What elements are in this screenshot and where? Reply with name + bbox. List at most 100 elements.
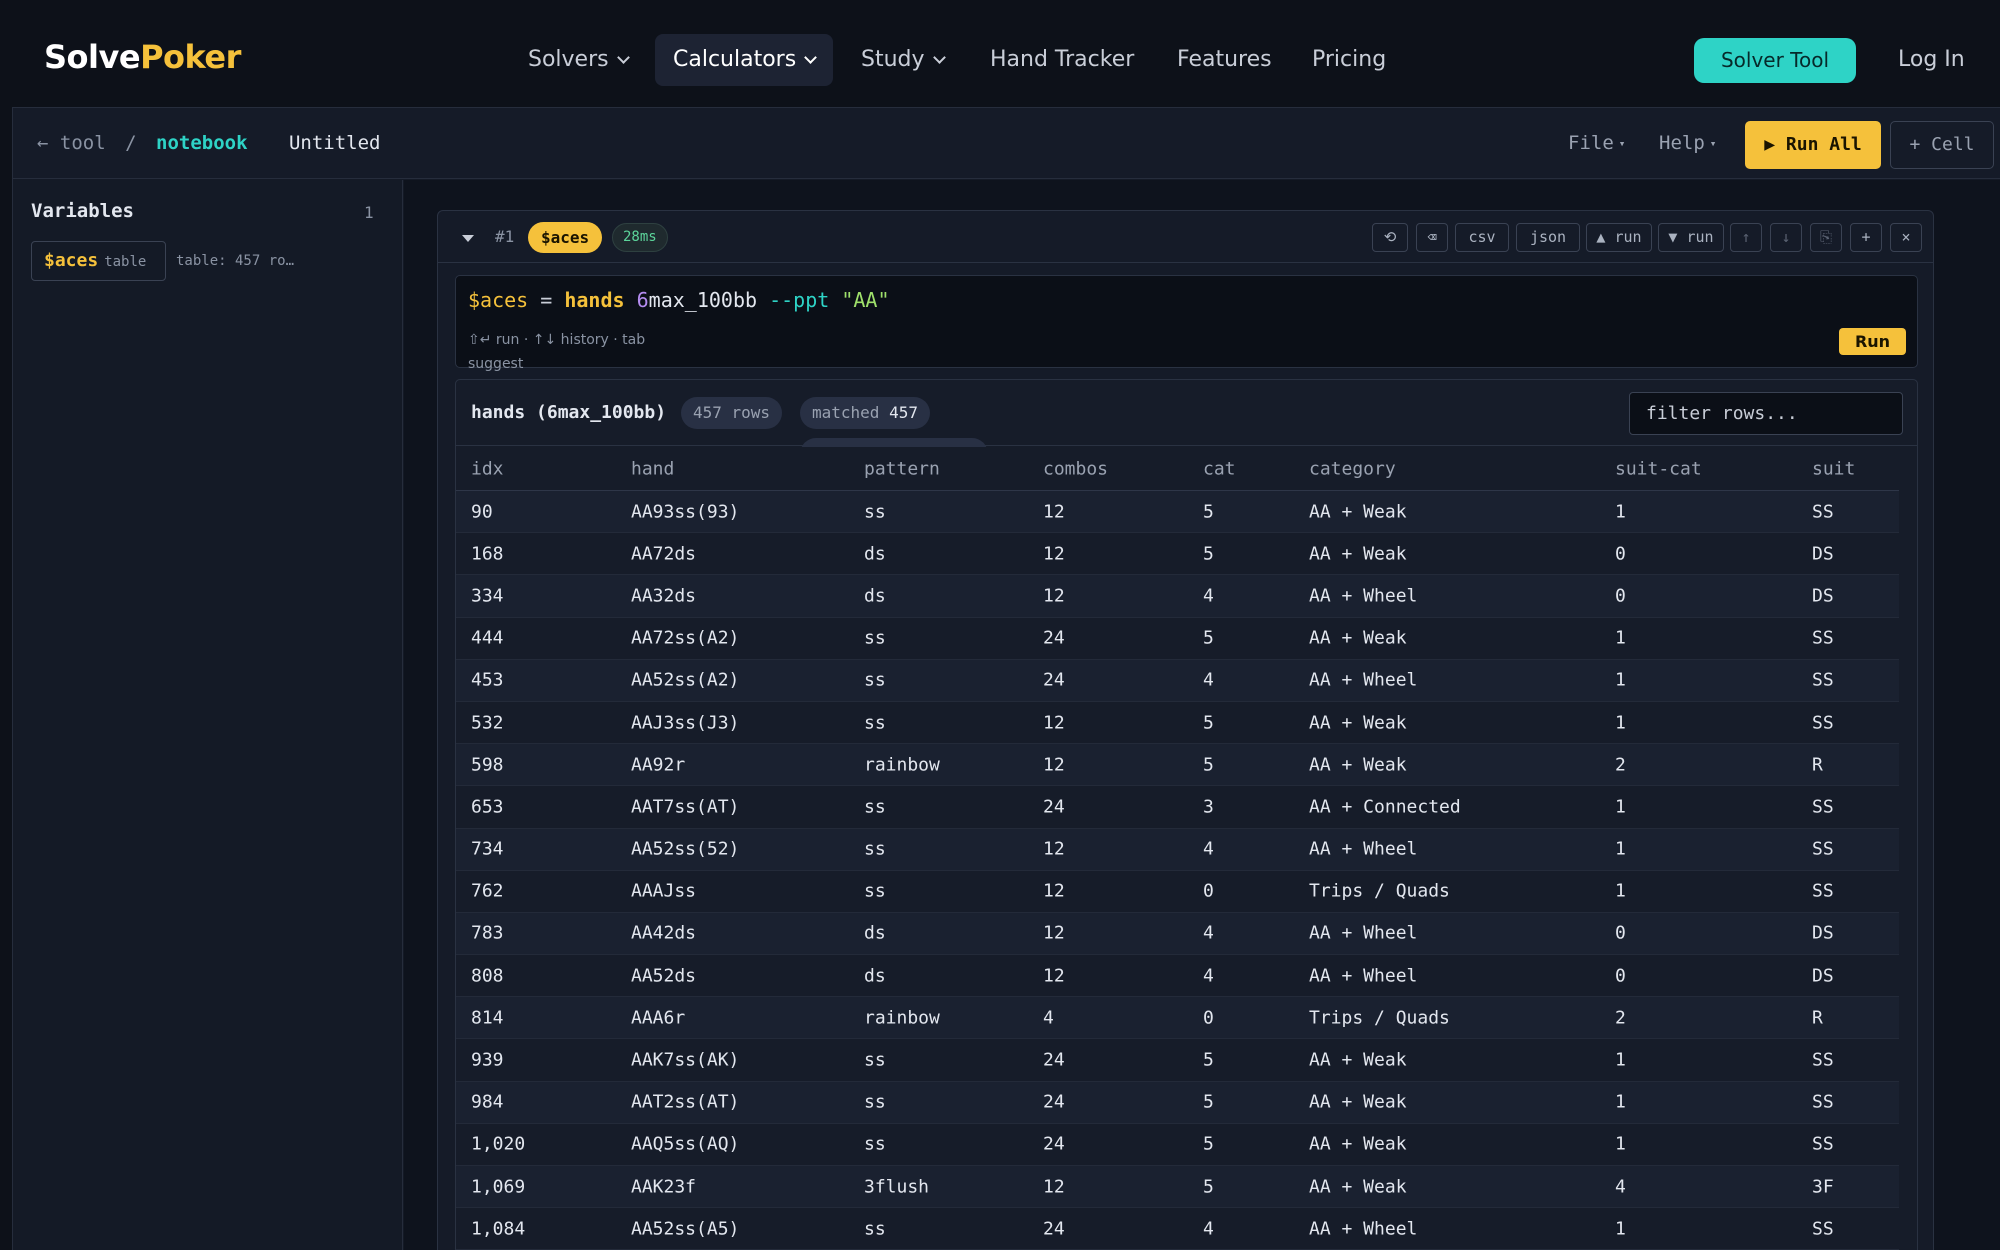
column-header[interactable]: cat bbox=[1203, 458, 1236, 479]
column-header[interactable]: pattern bbox=[864, 458, 940, 479]
output-header: hands (6max_100bb) 457 rows matched 457 … bbox=[456, 380, 1917, 470]
code-operator: = bbox=[528, 288, 565, 312]
export-json-button[interactable]: json bbox=[1516, 223, 1580, 252]
column-header[interactable]: suit-cat bbox=[1615, 458, 1702, 479]
nav-hand-tracker[interactable]: Hand Tracker bbox=[972, 34, 1152, 86]
table-row[interactable]: 734 AA52ss(52) ss 12 4 AA + Wheel 1 SS bbox=[456, 828, 1899, 871]
file-menu[interactable]: File ▾ bbox=[1568, 132, 1625, 154]
nav-solvers[interactable]: Solvers bbox=[510, 34, 646, 86]
table-cell: ds bbox=[864, 585, 886, 607]
move-down-icon[interactable]: ↓ bbox=[1770, 223, 1802, 252]
nav-features[interactable]: Features bbox=[1159, 34, 1290, 86]
caret-down-icon: ▾ bbox=[1618, 137, 1626, 150]
login-link[interactable]: Log In bbox=[1898, 47, 1965, 72]
table-cell: SS bbox=[1812, 1091, 1834, 1113]
table-row[interactable]: 598 AA92r rainbow 12 5 AA + Weak 2 R bbox=[456, 744, 1899, 787]
variables-title: Variables bbox=[31, 200, 134, 222]
filter-rows-input[interactable]: filter rows... bbox=[1629, 392, 1903, 435]
run-below-button[interactable]: ▼ run bbox=[1658, 223, 1724, 252]
table-cell: AA + Weak bbox=[1309, 1133, 1407, 1155]
table-row[interactable]: 762 AAAJss ss 12 0 Trips / Quads 1 SS bbox=[456, 871, 1899, 913]
collapse-triangle-icon[interactable] bbox=[462, 235, 474, 242]
solver-tool-button[interactable]: Solver Tool bbox=[1694, 38, 1856, 83]
table-cell: 12 bbox=[1043, 543, 1065, 565]
table-cell: AAA6r bbox=[631, 1007, 686, 1029]
column-header[interactable]: hand bbox=[631, 458, 674, 479]
table-cell: SS bbox=[1812, 1218, 1834, 1240]
table-row[interactable]: 808 AA52ds ds 12 4 AA + Wheel 0 DS bbox=[456, 955, 1899, 998]
cell-number: #1 bbox=[495, 227, 515, 246]
help-menu[interactable]: Help ▾ bbox=[1659, 132, 1716, 154]
run-all-button[interactable]: ▶ Run All bbox=[1745, 121, 1881, 169]
table-cell: 2 bbox=[1615, 754, 1626, 776]
table-cell: 0 bbox=[1615, 965, 1626, 987]
table-row[interactable]: 168 AA72ds ds 12 5 AA + Weak 0 DS bbox=[456, 533, 1899, 576]
table-cell: DS bbox=[1812, 543, 1834, 565]
table-cell: 4 bbox=[1203, 1218, 1214, 1240]
variable-chip-aces[interactable]: $aces table bbox=[31, 241, 166, 281]
run-cell-button[interactable]: Run bbox=[1839, 328, 1906, 355]
run-above-button[interactable]: ▲ run bbox=[1586, 223, 1652, 252]
nav-calculators[interactable]: Calculators bbox=[655, 34, 834, 86]
logo[interactable]: SolvePoker bbox=[44, 38, 241, 76]
table-row[interactable]: 783 AA42ds ds 12 4 AA + Wheel 0 DS bbox=[456, 912, 1899, 956]
table-cell: 0 bbox=[1615, 922, 1626, 944]
table-row[interactable]: 453 AA52ss(A2) ss 24 4 AA + Wheel 1 SS bbox=[456, 659, 1899, 702]
table-cell: rainbow bbox=[864, 754, 940, 776]
close-icon[interactable]: × bbox=[1890, 223, 1922, 252]
chevron-down-icon bbox=[616, 51, 630, 64]
add-icon[interactable]: + bbox=[1850, 223, 1882, 252]
column-header[interactable]: idx bbox=[471, 458, 504, 479]
table-cell: SS bbox=[1812, 1133, 1834, 1155]
nav-study[interactable]: Study bbox=[843, 34, 962, 86]
duplicate-icon[interactable]: ⎘ bbox=[1810, 223, 1842, 252]
table-cell: ss bbox=[864, 627, 886, 649]
table-row[interactable]: 984 AAT2ss(AT) ss 24 5 AA + Weak 1 SS bbox=[456, 1081, 1899, 1124]
table-cell: 12 bbox=[1043, 712, 1065, 734]
table-cell: 1 bbox=[1615, 838, 1626, 860]
table-row[interactable]: 653 AAT7ss(AT) ss 24 3 AA + Connected 1 SS bbox=[456, 786, 1899, 829]
table-cell: AA72ds bbox=[631, 543, 697, 565]
table-row[interactable]: 532 AAJ3ss(J3) ss 12 5 AA + Weak 1 SS bbox=[456, 702, 1899, 745]
table-row[interactable]: 1,084 AA52ss(A5) ss 24 4 AA + Wheel 1 SS bbox=[456, 1208, 1899, 1250]
table-row[interactable]: 939 AAK7ss(AK) ss 24 5 AA + Weak 1 SS bbox=[456, 1039, 1899, 1082]
table-cell: SS bbox=[1812, 627, 1834, 649]
table-cell: AAK7ss(AK) bbox=[631, 1049, 740, 1071]
table-row[interactable]: 1,069 AAK23f 3flush 12 5 AA + Weak 4 3F bbox=[456, 1166, 1899, 1209]
nav-study-label: Study bbox=[861, 47, 925, 72]
table-cell: 24 bbox=[1043, 796, 1065, 818]
table-row[interactable]: 334 AA32ds ds 12 4 AA + Wheel 0 DS bbox=[456, 575, 1899, 618]
notebook-title[interactable]: Untitled bbox=[289, 132, 381, 154]
code-line[interactable]: $aces = hands 6max_100bb --ppt "AA" bbox=[468, 288, 890, 312]
table-cell: AA + Weak bbox=[1309, 1091, 1407, 1113]
table-cell: Trips / Quads bbox=[1309, 880, 1450, 902]
variable-description: table: 457 ro… bbox=[176, 253, 295, 269]
column-header[interactable]: combos bbox=[1043, 458, 1108, 479]
export-csv-button[interactable]: csv bbox=[1455, 223, 1509, 252]
table-row[interactable]: 814 AAA6r rainbow 4 0 Trips / Quads 2 R bbox=[456, 997, 1899, 1040]
table-cell: 734 bbox=[471, 838, 504, 860]
back-to-tool-link[interactable]: ← tool bbox=[37, 132, 106, 154]
chevron-down-icon bbox=[804, 51, 818, 64]
breadcrumb-notebook[interactable]: notebook bbox=[156, 132, 248, 154]
add-cell-button[interactable]: + Cell bbox=[1890, 121, 1994, 169]
table-cell: 24 bbox=[1043, 1133, 1065, 1155]
clear-output-icon[interactable]: ⌫ bbox=[1416, 223, 1448, 252]
cell-variable-badge: $aces bbox=[528, 222, 603, 253]
table-cell: rainbow bbox=[864, 1007, 940, 1029]
rerun-icon[interactable]: ⟲ bbox=[1372, 223, 1408, 252]
nav-pricing[interactable]: Pricing bbox=[1294, 34, 1404, 86]
code-editor[interactable]: $aces = hands 6max_100bb --ppt "AA" ⇧↵ r… bbox=[455, 275, 1918, 372]
code-identifier: max_100bb bbox=[648, 288, 770, 312]
column-header[interactable]: category bbox=[1309, 458, 1396, 479]
column-header[interactable]: suit bbox=[1812, 458, 1855, 479]
notebook-app: ← tool / notebook Untitled File ▾ Help ▾ ▶… bbox=[12, 107, 2000, 1250]
cell-runtime-badge: 28ms bbox=[612, 223, 668, 252]
table-row[interactable]: 90 AA93ss(93) ss 12 5 AA + Weak 1 SS bbox=[456, 491, 1899, 534]
table-cell: DS bbox=[1812, 922, 1834, 944]
table-cell: ss bbox=[864, 712, 886, 734]
table-cell: AA72ss(A2) bbox=[631, 627, 740, 649]
table-row[interactable]: 1,020 AAQ5ss(AQ) ss 24 5 AA + Weak 1 SS bbox=[456, 1124, 1899, 1166]
move-up-icon[interactable]: ↑ bbox=[1730, 223, 1762, 252]
table-row[interactable]: 444 AA72ss(A2) ss 24 5 AA + Weak 1 SS bbox=[456, 618, 1899, 660]
